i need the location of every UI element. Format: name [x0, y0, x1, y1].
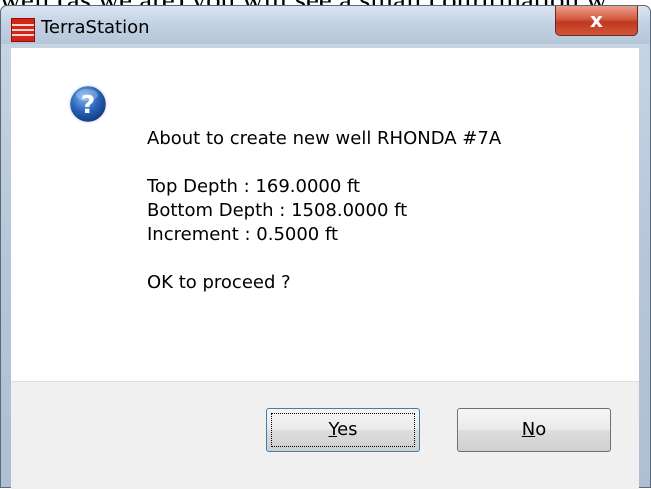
message-text: About to create new well RHONDA #7A Top …	[147, 127, 501, 295]
question-icon: ?	[68, 84, 108, 124]
svg-text:?: ?	[81, 90, 96, 119]
terrastation-icon	[11, 18, 35, 42]
no-button[interactable]: No	[457, 408, 611, 452]
window-title: TerraStation	[41, 17, 150, 38]
no-label: o	[535, 419, 547, 440]
message-increment: Increment : 0.5000 ft	[147, 224, 339, 245]
close-icon: x	[590, 8, 603, 32]
message-bottom-depth: Bottom Depth : 1508.0000 ft	[147, 200, 408, 221]
message-prompt: OK to proceed ?	[147, 272, 291, 293]
yes-button[interactable]: Yes	[266, 408, 420, 452]
message-top-depth: Top Depth : 169.0000 ft	[147, 176, 361, 197]
focus-rectangle	[271, 413, 415, 447]
title-bar[interactable]: TerraStation x	[1, 6, 650, 44]
message-line-create: About to create new well RHONDA #7A	[147, 128, 502, 149]
close-button[interactable]: x	[555, 6, 638, 36]
no-mnemonic: N	[521, 419, 536, 440]
